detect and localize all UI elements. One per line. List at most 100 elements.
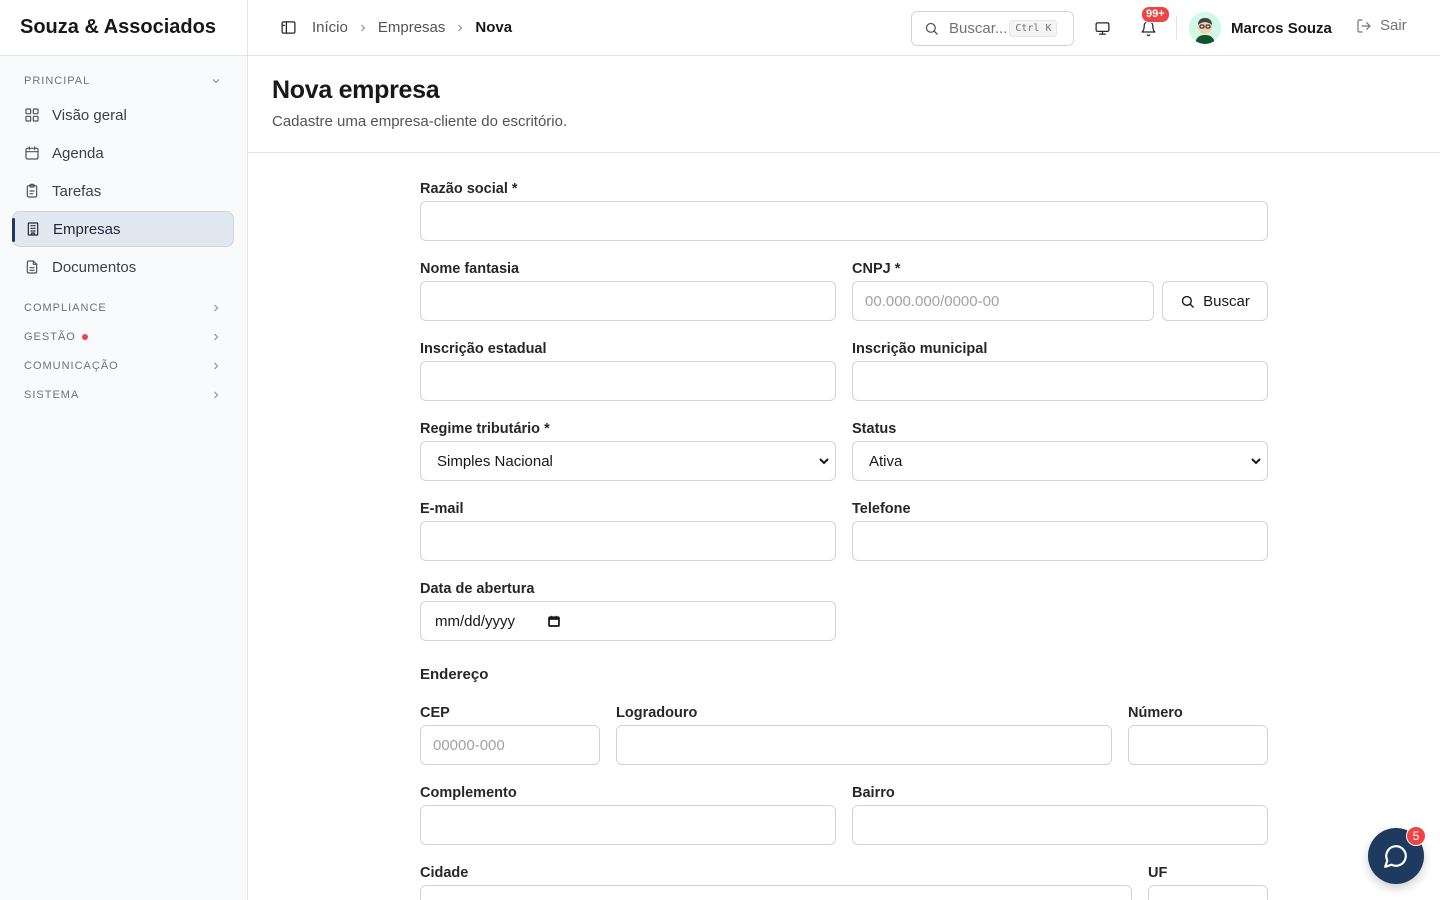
sidebar-item-empresas[interactable]: Empresas: [12, 211, 234, 247]
sidebar-item-visao-geral[interactable]: Visão geral: [12, 97, 234, 133]
nome-fantasia-label: Nome fantasia: [420, 261, 520, 277]
nav-section-label: GESTÃO: [24, 330, 76, 343]
logradouro-input[interactable]: [616, 725, 1112, 765]
panel-left-icon: [280, 21, 296, 34]
breadcrumb-empresas[interactable]: Empresas: [378, 19, 446, 36]
notification-dot: [81, 333, 88, 340]
razao-social-label: Razão social *: [420, 181, 518, 197]
cep-label: CEP: [420, 705, 450, 721]
calendar-icon[interactable]: [547, 614, 561, 628]
building-icon: [27, 222, 39, 236]
logout-label: Sair: [1380, 17, 1407, 34]
email-field[interactable]: [420, 521, 836, 561]
clipboard-icon: [26, 183, 38, 198]
search-icon: [925, 22, 938, 35]
page-title: Nova empresa: [272, 76, 440, 104]
chevron-right-icon: [360, 24, 366, 31]
inscricao-municipal-input[interactable]: [852, 361, 1268, 401]
grid-icon: [25, 108, 39, 122]
nome-fantasia-input[interactable]: [420, 281, 836, 321]
search-input[interactable]: Buscar... Ctrl K: [911, 11, 1074, 46]
nav-section-label: SISTEMA: [24, 388, 80, 401]
sidebar-item-label: Visão geral: [52, 106, 127, 124]
status-select[interactable]: Ativa: [852, 441, 1268, 481]
nav-section-label: COMUNICAÇÃO: [24, 359, 119, 372]
chevron-right-icon: [214, 391, 219, 398]
bairro-input[interactable]: [852, 805, 1268, 845]
search-placeholder: Buscar...: [949, 20, 1008, 37]
regime-select[interactable]: Simples Nacional: [420, 441, 836, 481]
nav-section-principal[interactable]: PRINCIPAL: [0, 66, 247, 95]
sidebar-toggle-button[interactable]: [272, 12, 304, 44]
breadcrumb-inicio[interactable]: Início: [312, 19, 348, 36]
search-shortcut: Ctrl K: [1009, 20, 1058, 37]
user-name: Marcos Souza: [1231, 19, 1332, 37]
avatar: [1189, 12, 1221, 44]
cnpj-input[interactable]: [852, 281, 1154, 321]
numero-label: Número: [1128, 705, 1183, 721]
uf-label: UF: [1148, 865, 1168, 881]
nav-section-comunicacao[interactable]: COMUNICAÇÃO: [0, 351, 247, 380]
complemento-input[interactable]: [420, 805, 836, 845]
cidade-input[interactable]: [420, 885, 1132, 900]
search-icon: [1181, 295, 1194, 308]
cep-input[interactable]: [420, 725, 600, 765]
data-abertura-label: Data de abertura: [420, 581, 535, 597]
complemento-label: Complemento: [420, 785, 517, 801]
regime-label: Regime tributário *: [420, 421, 550, 437]
brand-title: Souza & Associados: [0, 0, 247, 56]
chevron-right-icon: [214, 304, 219, 311]
message-circle-icon: [1384, 845, 1407, 868]
divider: [1176, 16, 1177, 40]
monitor-icon: [1094, 21, 1110, 35]
inscricao-estadual-label: Inscrição estadual: [420, 341, 547, 357]
nav-section-label: COMPLIANCE: [24, 301, 107, 314]
numero-input[interactable]: [1128, 725, 1268, 765]
inscricao-estadual-input[interactable]: [420, 361, 836, 401]
sidebar-item-label: Tarefas: [52, 182, 102, 200]
sidebar-item-documentos[interactable]: Documentos: [12, 249, 234, 285]
sidebar: Souza & Associados PRINCIPAL Visão geral…: [0, 0, 248, 900]
uf-input[interactable]: [1148, 885, 1268, 900]
log-out-icon: [1357, 18, 1371, 33]
chat-badge: 5: [1406, 826, 1426, 846]
nav-section-sistema[interactable]: SISTEMA: [0, 380, 247, 409]
sidebar-item-tarefas[interactable]: Tarefas: [12, 173, 234, 209]
sidebar-item-label: Empresas: [53, 220, 121, 238]
notifications-badge: 99+: [1141, 6, 1170, 23]
date-placeholder: mm/dd/yyyy: [435, 612, 516, 630]
calendar-icon: [25, 146, 39, 160]
logradouro-label: Logradouro: [616, 705, 698, 721]
telefone-label: Telefone: [852, 501, 911, 517]
telefone-field[interactable]: [852, 521, 1268, 561]
data-abertura-input[interactable]: mm/dd/yyyy: [420, 601, 836, 641]
sidebar-item-agenda[interactable]: Agenda: [12, 135, 234, 171]
email-label: E-mail: [420, 501, 464, 517]
breadcrumb-current: Nova: [475, 19, 513, 36]
chevron-right-icon: [458, 24, 463, 31]
chevron-right-icon: [214, 362, 219, 369]
file-icon: [26, 260, 38, 274]
bairro-label: Bairro: [852, 785, 895, 801]
cnpj-search-button[interactable]: Buscar: [1162, 281, 1268, 321]
chevron-down-icon: [212, 78, 220, 83]
razao-social-input[interactable]: [420, 201, 1268, 241]
cidade-label: Cidade: [420, 865, 469, 881]
status-label: Status: [852, 421, 897, 437]
nav-section-compliance[interactable]: COMPLIANCE: [0, 293, 247, 322]
nav-section-label: PRINCIPAL: [24, 74, 91, 87]
display-button[interactable]: [1086, 12, 1118, 44]
logout-button[interactable]: Sair: [1356, 17, 1407, 34]
user-menu[interactable]: Marcos Souza: [1189, 12, 1332, 44]
page-header: Nova empresa Cadastre uma empresa-client…: [248, 56, 1440, 153]
page-subtitle: Cadastre uma empresa-cliente do escritór…: [272, 113, 568, 130]
cnpj-search-label: Buscar: [1203, 292, 1250, 310]
avatar-image: [1189, 12, 1221, 44]
topbar: Início Empresas Nova Buscar... Ctrl K 99…: [248, 0, 1440, 56]
chevron-right-icon: [214, 333, 219, 340]
inscricao-municipal-label: Inscrição municipal: [852, 341, 988, 357]
breadcrumb: Início Empresas Nova: [312, 19, 512, 36]
endereco-title: Endereço: [420, 666, 489, 683]
sidebar-item-label: Agenda: [52, 144, 104, 162]
nav-section-gestao[interactable]: GESTÃO: [0, 322, 247, 351]
